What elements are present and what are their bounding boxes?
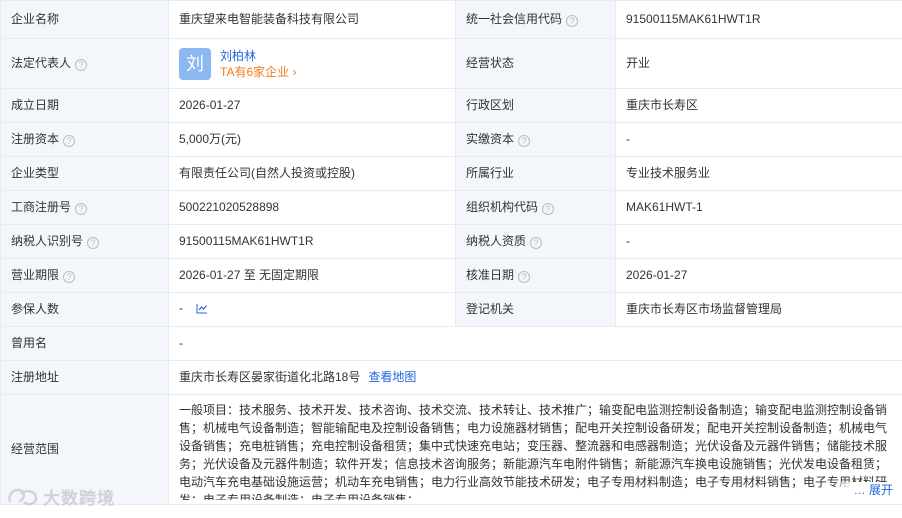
help-icon[interactable]: ? [518, 135, 531, 147]
help-icon[interactable]: ? [75, 203, 88, 215]
scope-text: 一般项目：技术服务、技术开发、技术咨询、技术交流、技术转让、技术推广；输变配电监… [179, 403, 888, 500]
row-term: 营业期限? 2026-01-27 至 无固定期限 核准日期? 2026-01-2… [0, 258, 902, 293]
value-approval-date: 2026-01-27 [615, 258, 902, 293]
label-reg-capital: 注册资本? [0, 122, 169, 157]
row-scope: 经营范围 一般项目：技术服务、技术开发、技术咨询、技术交流、技术转让、技术推广；… [0, 394, 902, 505]
legal-rep-companies-link[interactable]: TA有6家企业 › [220, 64, 296, 80]
label-org-code: 组织机构代码? [455, 190, 616, 225]
label-founded: 成立日期 [0, 88, 169, 123]
expand-label: 展开 [868, 483, 893, 497]
company-info-table: 企业名称 重庆望来电智能装备科技有限公司 统一社会信用代码? 91500115M… [0, 0, 902, 505]
label-reg-capital-text: 注册资本 [11, 132, 60, 146]
value-company-type: 有限责任公司(自然人投资或控股) [168, 156, 456, 191]
value-region: 重庆市长寿区 [615, 88, 902, 123]
value-industry: 专业技术服务业 [615, 156, 902, 191]
value-credit-code: 91500115MAK61HWT1R [615, 0, 902, 39]
label-taxpayer-id-text: 纳税人识别号 [11, 234, 84, 248]
value-org-code: MAK61HWT-1 [615, 190, 902, 225]
label-status: 经营状态 [455, 38, 616, 89]
legal-rep-companies-text: TA有6家企业 [220, 64, 290, 79]
value-term: 2026-01-27 至 无固定期限 [168, 258, 456, 293]
value-insured: - [168, 292, 456, 327]
row-legal-rep: 法定代表人? 刘 刘柏林 TA有6家企业 › 经营状态 开业 [0, 38, 902, 89]
value-scope: 一般项目：技术服务、技术开发、技术咨询、技术交流、技术转让、技术推广；输变配电监… [168, 394, 902, 505]
label-paid-capital: 实缴资本? [455, 122, 616, 157]
row-reg-no: 工商注册号? 500221020528898 组织机构代码? MAK61HWT-… [0, 190, 902, 225]
label-credit-code-text: 统一社会信用代码 [466, 12, 563, 26]
help-icon[interactable]: ? [566, 15, 579, 27]
row-taxpayer: 纳税人识别号? 91500115MAK61HWT1R 纳税人资质? - [0, 224, 902, 259]
row-former-name: 曾用名 - [0, 326, 902, 361]
brand-logo-icon [6, 486, 40, 508]
label-address: 注册地址 [0, 360, 169, 395]
value-reg-capital: 5,000万(元) [168, 122, 456, 157]
value-paid-capital: - [615, 122, 902, 157]
value-authority: 重庆市长寿区市场监督管理局 [615, 292, 902, 327]
label-term: 营业期限? [0, 258, 169, 293]
value-company-name: 重庆望来电智能装备科技有限公司 [168, 0, 456, 39]
expand-ellipsis: … [853, 483, 869, 497]
row-address: 注册地址 重庆市长寿区晏家街道化北路18号 查看地图 [0, 360, 902, 395]
legal-rep-name-link[interactable]: 刘柏林 [220, 48, 296, 64]
label-authority: 登记机关 [455, 292, 616, 327]
help-icon[interactable]: ? [87, 237, 100, 249]
legal-rep-info: 刘柏林 TA有6家企业 › [220, 48, 296, 80]
value-former-name: - [168, 326, 902, 361]
view-map-link[interactable]: 查看地图 [368, 370, 416, 384]
help-icon[interactable]: ? [63, 135, 76, 147]
label-reg-no-text: 工商注册号 [11, 200, 72, 214]
scope-container: 一般项目：技术服务、技术开发、技术咨询、技术交流、技术转让、技术推广；输变配电监… [179, 399, 893, 500]
legal-rep-card: 刘 刘柏林 TA有6家企业 › [179, 47, 445, 80]
watermark: 大数跨境 [6, 484, 115, 509]
help-icon[interactable]: ? [518, 271, 531, 283]
label-legal-rep: 法定代表人? [0, 38, 169, 89]
row-company-name: 企业名称 重庆望来电智能装备科技有限公司 统一社会信用代码? 91500115M… [0, 0, 902, 39]
value-address-text: 重庆市长寿区晏家街道化北路18号 [179, 370, 361, 384]
row-type: 企业类型 有限责任公司(自然人投资或控股) 所属行业 专业技术服务业 [0, 156, 902, 191]
label-paid-capital-text: 实缴资本 [466, 132, 515, 146]
value-reg-no: 500221020528898 [168, 190, 456, 225]
label-industry: 所属行业 [455, 156, 616, 191]
row-founded: 成立日期 2026-01-27 行政区划 重庆市长寿区 [0, 88, 902, 123]
help-icon[interactable]: ? [75, 59, 88, 71]
row-capital: 注册资本? 5,000万(元) 实缴资本? - [0, 122, 902, 157]
label-legal-rep-text: 法定代表人 [11, 56, 72, 70]
avatar[interactable]: 刘 [179, 47, 211, 80]
value-founded: 2026-01-27 [168, 88, 456, 123]
label-company-name: 企业名称 [0, 0, 169, 39]
label-taxpayer-qual: 纳税人资质? [455, 224, 616, 259]
expand-link[interactable]: … 展开 [831, 482, 893, 499]
help-icon[interactable]: ? [542, 203, 555, 215]
value-insured-text: - [179, 301, 183, 315]
chevron-right-icon: › [289, 64, 297, 79]
label-credit-code: 统一社会信用代码? [455, 0, 616, 39]
label-insured: 参保人数 [0, 292, 169, 327]
label-approval-date-text: 核准日期 [466, 268, 515, 282]
value-address: 重庆市长寿区晏家街道化北路18号 查看地图 [168, 360, 902, 395]
value-taxpayer-id: 91500115MAK61HWT1R [168, 224, 456, 259]
help-icon[interactable]: ? [63, 271, 76, 283]
label-taxpayer-qual-text: 纳税人资质 [466, 234, 527, 248]
value-status: 开业 [615, 38, 902, 89]
help-icon[interactable]: ? [530, 237, 543, 249]
row-insured: 参保人数 - 登记机关 重庆市长寿区市场监督管理局 [0, 292, 902, 327]
label-reg-no: 工商注册号? [0, 190, 169, 225]
label-company-type: 企业类型 [0, 156, 169, 191]
label-approval-date: 核准日期? [455, 258, 616, 293]
label-term-text: 营业期限 [11, 268, 60, 282]
label-region: 行政区划 [455, 88, 616, 123]
value-taxpayer-qual: - [615, 224, 902, 259]
watermark-text: 大数跨境 [43, 489, 115, 508]
value-legal-rep: 刘 刘柏林 TA有6家企业 › [168, 38, 456, 89]
label-org-code-text: 组织机构代码 [466, 200, 539, 214]
label-former-name: 曾用名 [0, 326, 169, 361]
label-taxpayer-id: 纳税人识别号? [0, 224, 169, 259]
trend-chart-icon[interactable] [196, 302, 208, 319]
